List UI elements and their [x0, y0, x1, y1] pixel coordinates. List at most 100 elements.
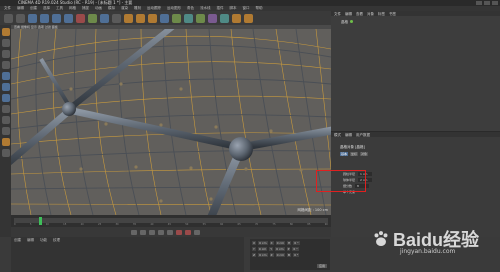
coordinate-axis-label: Y: [269, 247, 274, 251]
floor-icon[interactable]: [220, 13, 229, 23]
snap-icon[interactable]: [1, 116, 10, 124]
object-manager-tab-3[interactable]: 对象: [367, 12, 374, 16]
coordinate-manager: X0 cm X 0 cm H 0 ° Y 0 cm Y 0 cm P 0 ° Z 0 cm Z 0 cm B 0…: [250, 239, 330, 270]
maximize-button[interactable]: [484, 1, 490, 5]
workplane-icon[interactable]: [1, 61, 10, 69]
coordinate-value-field[interactable]: 0 cm: [257, 247, 268, 251]
points-mode-icon[interactable]: [1, 72, 10, 80]
left-toolbar: [0, 25, 11, 237]
previous-frame-icon[interactable]: [140, 229, 146, 235]
coordinate-value-field[interactable]: 0 cm: [258, 241, 268, 245]
material-tab-2[interactable]: 功能: [40, 238, 47, 243]
record-icon[interactable]: [176, 229, 182, 235]
coordinate-value-field[interactable]: 0 cm: [275, 247, 285, 251]
object-manager-tab-0[interactable]: 文件: [334, 12, 341, 16]
watermark: Baidu经验 jingyan.baidu.com: [372, 226, 479, 255]
cube-icon[interactable]: [160, 13, 169, 23]
visibility-dot-icon[interactable]: [350, 20, 353, 23]
3d-viewport[interactable]: 查看 摄像机 显示 选项 过滤 面板 网格间距: 100 cm: [11, 25, 331, 215]
close-button[interactable]: [492, 1, 498, 5]
y-axis-icon[interactable]: [88, 13, 97, 23]
polygons-mode-icon[interactable]: [1, 94, 10, 102]
live-selection-icon[interactable]: [28, 13, 37, 23]
coordinate-axis-label: Y: [252, 247, 256, 251]
timeline-tick-13: 65: [237, 223, 241, 226]
render-picture-viewer-icon[interactable]: [136, 13, 145, 23]
camera-icon[interactable]: [232, 13, 241, 23]
attribute-subtab-2[interactable]: 对象: [360, 152, 369, 156]
object-manager-tab-4[interactable]: 标签: [378, 12, 385, 16]
attribute-tab-1[interactable]: 编辑: [345, 133, 352, 137]
scale-icon[interactable]: [52, 13, 61, 23]
play-icon[interactable]: [149, 229, 155, 235]
axis-mode-icon[interactable]: [1, 105, 10, 113]
coordinate-system-icon[interactable]: [112, 13, 121, 23]
go-to-start-icon[interactable]: [131, 229, 137, 235]
autokey-icon[interactable]: [185, 229, 191, 235]
timeline-tick-10: 50: [185, 223, 189, 226]
timeline-tick-12: 60: [220, 223, 224, 226]
attribute-tab-0[interactable]: 模式: [334, 133, 341, 137]
render-settings-icon[interactable]: [148, 13, 157, 23]
timeline-tick-4: 20: [80, 223, 84, 226]
move-icon[interactable]: [40, 13, 49, 23]
timeline[interactable]: 0 5 10 15 20 25 30 35 40 45 50 55 60 65 70 75 80 85 90: [11, 215, 331, 227]
deformer-icon[interactable]: [208, 13, 217, 23]
highlight-box: [316, 170, 366, 192]
material-tab-1[interactable]: 编辑: [27, 238, 34, 243]
spline-pen-icon[interactable]: [184, 13, 193, 23]
x-axis-icon[interactable]: [76, 13, 85, 23]
coordinate-row: Y0 cm Y 0 cm P 0 °: [252, 247, 328, 251]
texture-mode-icon[interactable]: [1, 50, 10, 58]
coordinate-value-field[interactable]: 0 °: [292, 247, 299, 251]
workplane-lock-icon[interactable]: [1, 149, 10, 157]
subdivision-surface-icon[interactable]: [172, 13, 181, 23]
array-icon[interactable]: [196, 13, 205, 23]
material-menu: 创建 编辑 功能 纹理: [11, 237, 244, 244]
timeline-tick-18: 90: [324, 223, 328, 226]
object-manager-tab-2[interactable]: 查看: [356, 12, 363, 16]
attribute-tab-2[interactable]: 用户数据: [356, 133, 370, 137]
attribute-subtab-1[interactable]: 坐标: [350, 152, 359, 156]
timeline-tick-16: 80: [289, 223, 293, 226]
coordinate-value-field[interactable]: 0 cm: [275, 241, 285, 245]
apply-button[interactable]: 应用: [316, 264, 327, 268]
sculpt-icon[interactable]: [1, 138, 10, 146]
object-manager-menu: 文件 编辑 查看 对象 标签 书签: [331, 11, 500, 16]
render-view-icon[interactable]: [124, 13, 133, 23]
model-mode-icon[interactable]: [1, 39, 10, 47]
minimize-button[interactable]: [476, 1, 482, 5]
watermark-url: jingyan.baidu.com: [400, 248, 456, 255]
redo-icon[interactable]: [16, 13, 25, 23]
make-editable-icon[interactable]: [1, 28, 10, 36]
rotate-icon[interactable]: [64, 13, 73, 23]
timeline-tick-0: 0: [14, 223, 16, 226]
material-tab-3[interactable]: 纹理: [53, 238, 60, 243]
coordinate-value-field[interactable]: 0 cm: [258, 253, 268, 257]
undo-icon[interactable]: [4, 13, 13, 23]
quantize-icon[interactable]: [1, 127, 10, 135]
keyframe-icon[interactable]: [194, 229, 200, 235]
z-axis-icon[interactable]: [100, 13, 109, 23]
coordinate-value-field[interactable]: 0 °: [293, 253, 300, 257]
object-manager-tab-5[interactable]: 书签: [389, 12, 396, 16]
timeline-tick-2: 10: [45, 223, 49, 226]
light-icon[interactable]: [244, 13, 253, 23]
go-to-end-icon[interactable]: [167, 229, 173, 235]
window-controls: [476, 1, 498, 5]
coordinate-value-field[interactable]: 0 cm: [275, 253, 285, 257]
coordinate-value-field[interactable]: 0 °: [293, 241, 300, 245]
next-frame-icon[interactable]: [158, 229, 164, 235]
timeline-tick-3: 15: [63, 223, 67, 226]
object-manager: 文件 编辑 查看 对象 标签 书签 晶格: [331, 11, 500, 131]
coordinate-axis-label: Z: [252, 253, 257, 257]
timeline-tick-7: 35: [132, 223, 137, 226]
object-item-lattice[interactable]: 晶格: [341, 20, 353, 25]
coordinate-axis-label: X: [269, 241, 274, 245]
object-manager-tab-1[interactable]: 编辑: [345, 12, 352, 16]
attribute-subtab-0[interactable]: 基本: [340, 152, 349, 156]
timeline-tick-14: 70: [254, 223, 259, 226]
coordinate-axis-label: H: [287, 241, 292, 245]
edges-mode-icon[interactable]: [1, 83, 10, 91]
material-tab-0[interactable]: 创建: [14, 238, 21, 243]
